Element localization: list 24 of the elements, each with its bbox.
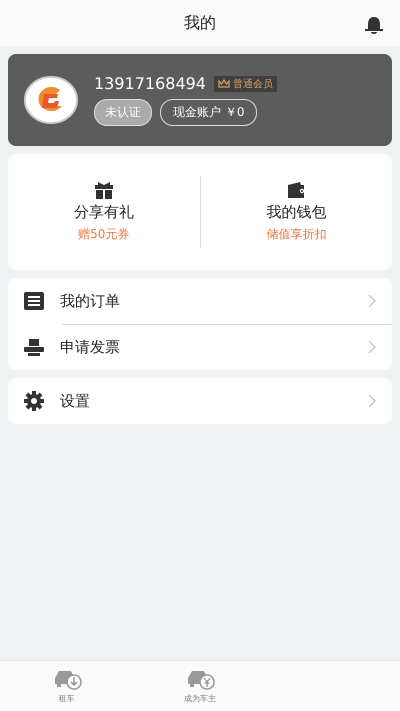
phone-number: 13917168494 [94,74,206,93]
tab-label[interactable]: 成为车主 [184,693,216,704]
promo-title[interactable]: 我的钱包 [266,203,326,222]
printer-icon [24,338,44,356]
gift-icon [94,181,114,199]
wallet-icon [286,181,306,199]
promo-title[interactable]: 分享有礼 [74,203,134,222]
menu-item[interactable]: 设置 [60,392,352,410]
list-icon [24,292,44,310]
cash-account-button[interactable]: 现金账户 ￥0 [160,99,258,126]
member-level: 普通会员 [232,78,273,90]
chevron-icon [368,294,376,308]
chevron-icon [368,394,376,408]
promo-subtitle: 储值享折扣 [266,226,326,243]
crown-icon [218,79,230,88]
promo-subtitle: 赠50元券 [78,226,130,243]
chevron-icon [368,340,376,354]
tab-label[interactable]: 租车 [58,693,75,704]
menu-item[interactable]: 我的订单 [60,292,352,310]
menu-item[interactable]: 申请发票 [60,338,352,356]
page-title: 我的 [184,12,216,34]
settings-icon [24,391,44,411]
bell-icon[interactable] [364,16,384,34]
avatar-logo[interactable] [24,76,78,124]
